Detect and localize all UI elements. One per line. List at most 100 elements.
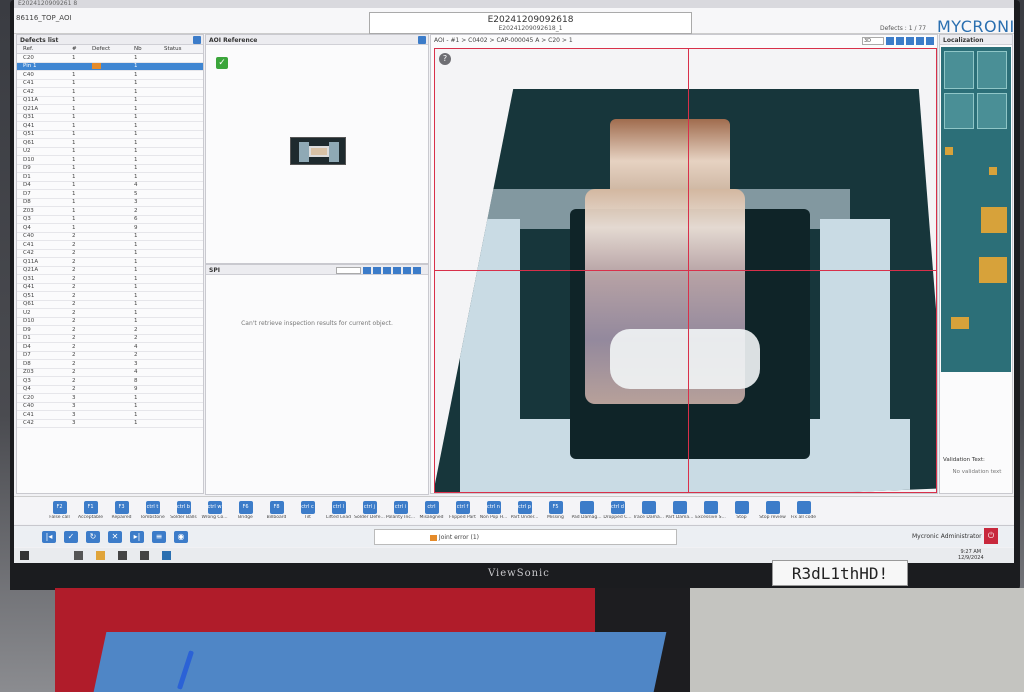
defect-key-button[interactable]: ctrl m Misaligned [416,497,447,524]
defect-key-button[interactable]: ctrl t Tombstone [137,497,168,524]
defect-key-button[interactable]: F5 Missing [540,497,571,524]
defect-key-button[interactable]: ctrl c Tilt [292,497,323,524]
col-status[interactable]: Status [164,46,194,52]
table-row[interactable]: Q4 2 9 [17,386,203,394]
next-icon[interactable]: ▸| [130,531,144,543]
spi-tool-icon[interactable] [383,267,391,274]
table-row[interactable]: C40 3 1 [17,403,203,411]
spi-tool-icon[interactable] [403,267,411,274]
table-row[interactable]: D1 1 1 [17,173,203,182]
viewer-tool-icon[interactable] [926,37,934,45]
defect-key-button[interactable]: Pad Damag... [571,497,602,524]
table-row[interactable]: C42 2 1 [17,250,203,258]
table-row[interactable]: D10 1 1 [17,156,203,165]
3d-scene[interactable]: ? [434,48,937,493]
defect-key-button[interactable]: Trace Dama... [633,497,664,524]
table-row[interactable]: C41 1 1 [17,80,203,88]
taskbar-app-icon[interactable] [162,551,171,560]
col-num[interactable]: # [72,46,92,52]
table-row[interactable]: C42 3 1 [17,420,203,428]
table-row[interactable]: Pin 1 1 [17,62,203,71]
table-row[interactable]: Q21A 2 1 [17,267,203,275]
first-icon[interactable]: |◂ [42,531,56,543]
table-row[interactable]: C41 2 1 [17,241,203,250]
table-row[interactable]: D7 2 2 [17,352,203,360]
defect-key-button[interactable]: Stop [726,497,757,524]
table-row[interactable]: Q3 1 6 [17,216,203,224]
aoi-settings-icon[interactable] [418,36,426,44]
taskbar-clock[interactable]: 9:27 AM 12/9/2024 [958,549,984,561]
defect-key-button[interactable]: F1 Acceptable [75,497,106,524]
table-row[interactable]: D9 2 2 [17,326,203,335]
table-row[interactable]: C40 2 1 [17,233,203,241]
table-row[interactable]: Q11A 1 1 [17,97,203,105]
defect-key-button[interactable]: ctrl d Dropped C... [602,497,633,524]
refresh-icon[interactable]: ↻ [86,531,100,543]
table-row[interactable]: C41 3 1 [17,411,203,420]
defect-key-button[interactable]: Stop review [757,497,788,524]
taskbar-app-icon[interactable] [118,551,127,560]
defect-key-button[interactable]: ctrl p Part Under... [509,497,540,524]
view-icon[interactable]: ◉ [174,531,188,543]
defect-key-button[interactable]: ctrl f Flipped Part [447,497,478,524]
col-defect[interactable]: Defect [92,46,134,52]
table-row[interactable]: Q41 1 1 [17,122,203,131]
col-ref[interactable]: Ref. [17,46,72,52]
table-row[interactable]: Q61 2 1 [17,301,203,309]
table-row[interactable]: D1 2 2 [17,335,203,343]
panel-settings-icon[interactable] [193,36,201,44]
table-row[interactable]: D4 1 4 [17,182,203,190]
table-row[interactable]: D8 1 3 [17,199,203,207]
logout-icon[interactable]: ⏻ [984,528,998,544]
table-row[interactable]: C40 1 1 [17,71,203,80]
col-nb[interactable]: Nb [134,46,164,52]
spi-tool-icon[interactable] [373,267,381,274]
table-row[interactable]: Q31 2 1 [17,275,203,284]
table-row[interactable]: D10 2 1 [17,318,203,326]
table-row[interactable]: U2 1 1 [17,148,203,156]
table-row[interactable]: C20 3 1 [17,394,203,403]
defect-key-button[interactable]: ctrl n Non Pop H... [478,497,509,524]
defect-key-button[interactable]: ctrl b Solder Balls [168,497,199,524]
viewer-tool-icon[interactable] [906,37,914,45]
table-row[interactable]: Q51 1 1 [17,131,203,139]
taskbar-app-icon[interactable] [140,551,149,560]
notes-icon[interactable]: ≡ [152,531,166,543]
table-row[interactable]: C42 1 1 [17,88,203,97]
defect-key-button[interactable]: F3 Repaired [106,497,137,524]
table-row[interactable]: D8 2 3 [17,360,203,369]
table-row[interactable]: Z03 2 4 [17,369,203,377]
close-icon[interactable]: ✕ [108,531,122,543]
table-row[interactable]: Q4 1 9 [17,224,203,233]
table-row[interactable]: D4 2 4 [17,343,203,352]
table-row[interactable]: Q3 2 8 [17,377,203,386]
table-row[interactable]: D7 1 5 [17,190,203,199]
check-icon[interactable]: ✓ [216,57,228,69]
taskbar-app-icon[interactable] [74,551,83,560]
table-row[interactable]: Q61 1 1 [17,139,203,148]
table-row[interactable]: Q11A 2 1 [17,258,203,267]
spi-field[interactable] [336,267,361,274]
viewer-tool-icon[interactable] [916,37,924,45]
table-row[interactable]: Q31 1 1 [17,114,203,122]
table-row[interactable]: Q41 2 1 [17,284,203,292]
viewer-tool-icon[interactable] [896,37,904,45]
defect-key-button[interactable]: F6 Bridge [230,497,261,524]
joint-status[interactable]: Joint error (1) [374,529,677,545]
defect-key-button[interactable]: Fix all code [788,497,819,524]
table-row[interactable]: C20 1 1 [17,54,203,63]
defect-key-button[interactable]: Part Dama... [664,497,695,524]
defect-key-button[interactable]: ctrl i Polarity Inc... [385,497,416,524]
viewer-tool-icon[interactable] [886,37,894,45]
spi-tool-icon[interactable] [363,267,371,274]
spi-tool-icon[interactable] [413,267,421,274]
board-map[interactable] [941,47,1011,372]
validate-icon[interactable]: ✓ [64,531,78,543]
start-icon[interactable] [20,551,29,560]
defect-key-button[interactable]: ctrl j Solder Defe... [354,497,385,524]
defect-key-button[interactable]: ctrl w Wrong Co... [199,497,230,524]
zoom-select[interactable]: 3D [862,37,884,45]
spi-tool-icon[interactable] [393,267,401,274]
folder-icon[interactable] [96,551,105,560]
table-row[interactable]: D9 1 1 [17,165,203,173]
